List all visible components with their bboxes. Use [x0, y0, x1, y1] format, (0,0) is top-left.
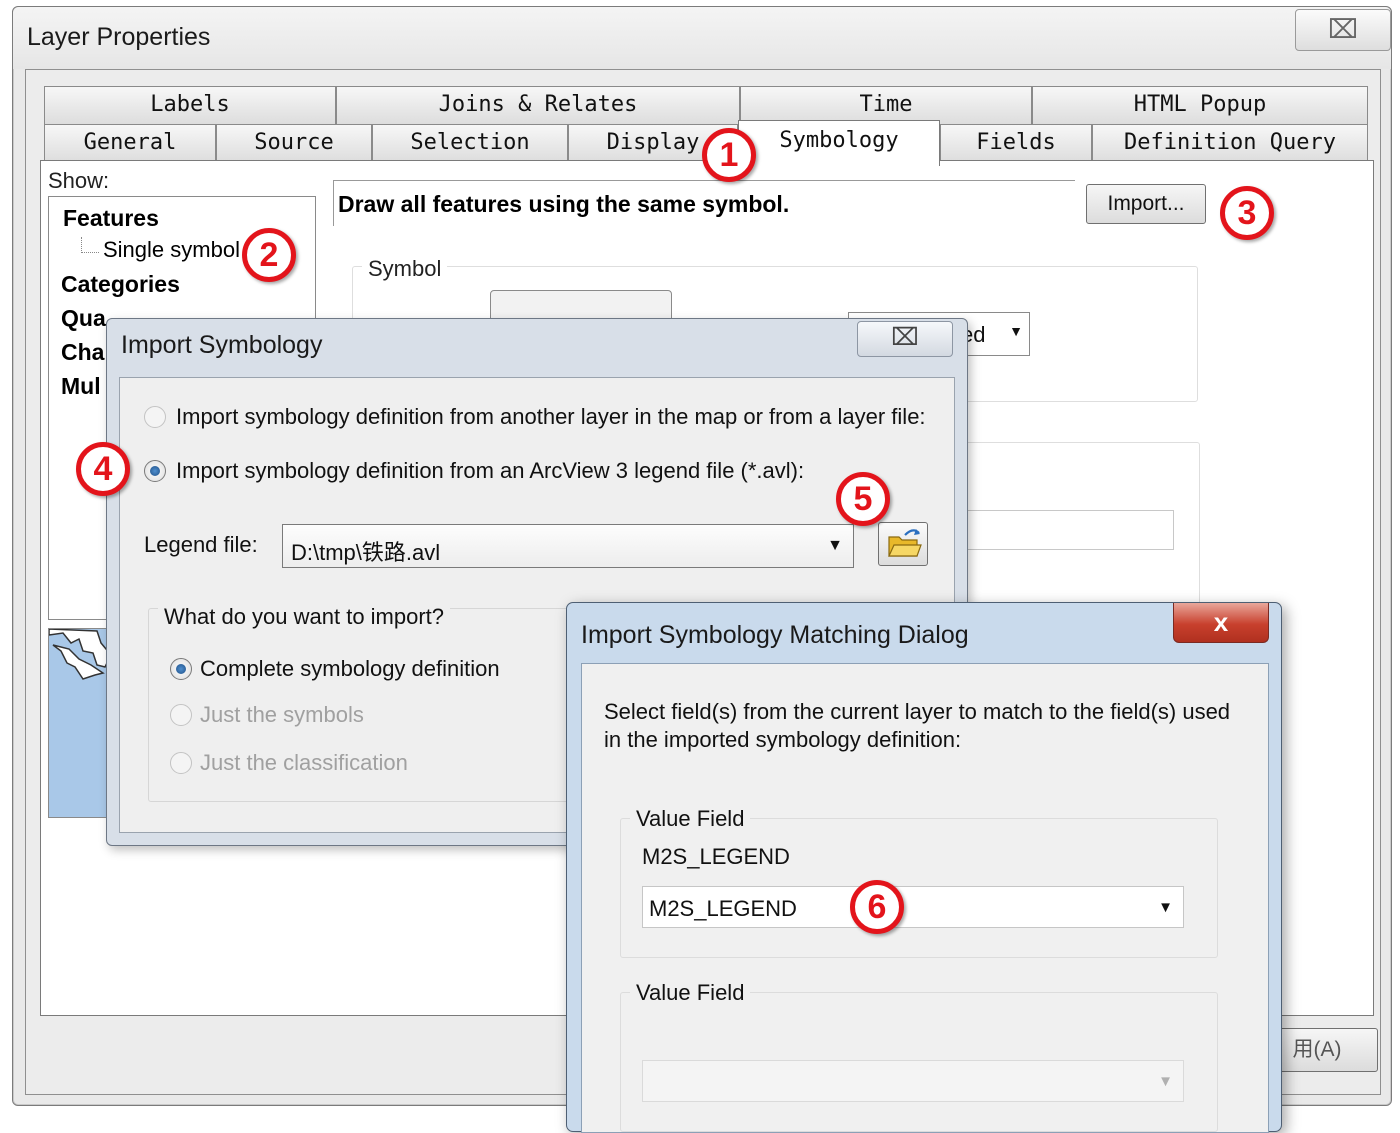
value-field-dropdown-2: ▼ — [642, 1060, 1184, 1102]
legend-label-input[interactable] — [962, 510, 1174, 550]
show-item-charts[interactable]: Cha — [61, 339, 104, 366]
show-item-categories[interactable]: Categories — [61, 271, 180, 298]
option-just-classification-label: Just the classification — [200, 750, 408, 775]
what-to-import-label: What do you want to import? — [158, 604, 451, 630]
tab-selection[interactable]: Selection — [372, 124, 568, 162]
option-complete-symbology-label[interactable]: Complete symbology definition — [200, 656, 500, 682]
layer-properties-titlebar[interactable]: Layer Properties ⌧ — [13, 7, 1391, 69]
show-item-features[interactable]: Features — [63, 205, 159, 232]
step-marker-5: 5 — [836, 472, 890, 526]
radio-just-classification — [170, 752, 192, 774]
legend-file-combobox[interactable]: D:\tmp\铁路.avl ▼ — [282, 524, 854, 568]
close-button[interactable]: x — [1173, 603, 1269, 643]
option-import-from-layer-label[interactable]: Import symbology definition from another… — [176, 404, 926, 430]
matching-instructions: Select field(s) from the current layer t… — [604, 699, 1231, 752]
close-button[interactable]: ⌧ — [857, 321, 953, 357]
tab-html-popup[interactable]: HTML Popup — [1032, 86, 1368, 124]
open-folder-icon — [888, 529, 922, 557]
value-field-label-2: Value Field — [630, 980, 751, 1006]
value-field-label-1: Value Field — [630, 806, 751, 832]
legend-file-value: D:\tmp\铁路.avl — [291, 540, 441, 565]
source-field-name: M2S_LEGEND — [642, 844, 790, 869]
symbol-group-label: Symbol — [362, 256, 448, 282]
chevron-down-icon: ▼ — [1009, 323, 1023, 339]
window-title: Layer Properties — [27, 23, 211, 51]
step-marker-6: 6 — [850, 880, 904, 934]
symbology-description: Draw all features using the same symbol. — [333, 180, 1075, 226]
step-marker-3: 3 — [1220, 186, 1274, 240]
browse-button[interactable] — [878, 522, 928, 566]
option-import-from-avl-label[interactable]: Import symbology definition from an ArcV… — [176, 458, 804, 484]
radio-complete-symbology[interactable] — [170, 658, 192, 680]
legend-file-label: Legend file: — [144, 532, 258, 557]
radio-import-from-layer[interactable] — [144, 406, 166, 428]
show-item-single-symbol[interactable]: Single symbol — [103, 237, 240, 263]
value-field-dropdown-1[interactable]: M2S_LEGEND ▼ — [642, 886, 1184, 928]
tab-symbology[interactable]: Symbology — [738, 120, 940, 166]
chevron-down-icon: ▼ — [1158, 899, 1173, 916]
chevron-down-icon[interactable]: ▼ — [827, 537, 843, 555]
chevron-down-icon: ▼ — [1158, 1073, 1173, 1090]
radio-just-symbols — [170, 704, 192, 726]
tab-time[interactable]: Time — [740, 86, 1032, 124]
tab-source[interactable]: Source — [216, 124, 372, 162]
step-marker-4: 4 — [76, 442, 130, 496]
close-button[interactable]: ⌧ — [1295, 9, 1391, 51]
tab-fields[interactable]: Fields — [940, 124, 1092, 162]
show-item-multiple-attributes[interactable]: Mul — [61, 373, 101, 400]
radio-import-from-avl[interactable] — [144, 460, 166, 482]
show-label: Show: — [48, 168, 110, 193]
dialog-title: Import Symbology Matching Dialog — [581, 621, 969, 649]
description-text: Draw all features using the same symbol. — [338, 191, 790, 217]
value-field-dropdown-1-value: M2S_LEGEND — [649, 896, 797, 921]
option-just-symbols-label: Just the symbols — [200, 702, 364, 727]
tab-joins-relates[interactable]: Joins & Relates — [336, 86, 740, 124]
tree-connector — [81, 237, 99, 253]
tab-labels[interactable]: Labels — [44, 86, 336, 124]
dialog-title: Import Symbology — [121, 331, 323, 359]
show-item-quantities[interactable]: Qua — [61, 305, 106, 332]
import-button[interactable]: Import... — [1086, 184, 1206, 224]
tab-general[interactable]: General — [44, 124, 216, 162]
tab-definition-query[interactable]: Definition Query — [1092, 124, 1368, 162]
step-marker-2: 2 — [242, 228, 296, 282]
step-marker-1: 1 — [702, 128, 756, 182]
